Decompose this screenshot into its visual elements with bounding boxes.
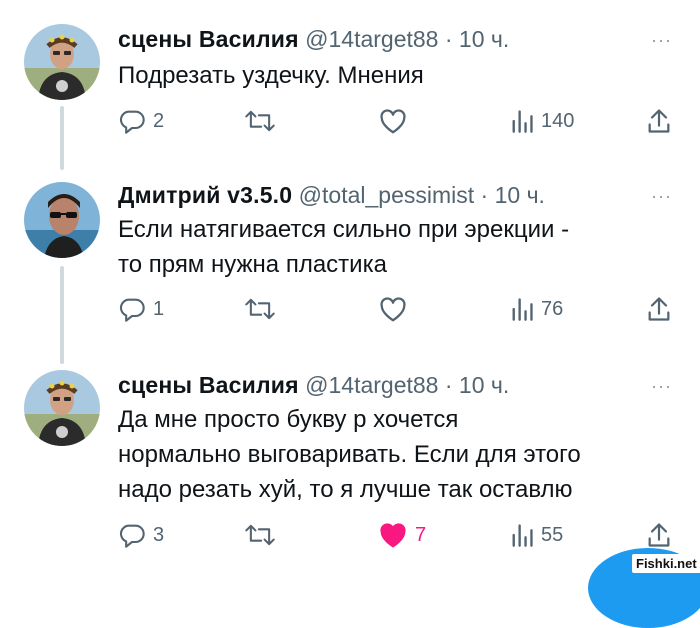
reply-count: 1 <box>153 297 165 320</box>
share-icon <box>648 109 670 133</box>
author-handle[interactable]: @total_pessimist <box>299 182 474 208</box>
timestamp[interactable]: 10 ч. <box>459 372 509 398</box>
retweet-icon <box>245 298 275 320</box>
reply-icon <box>119 524 145 548</box>
tweet-header: сцены Василия @14target88 · 10 ч. <box>118 24 509 54</box>
tweet-3[interactable]: сцены Василия @14target88 · 10 ч. ··· Да… <box>0 370 700 550</box>
reply-count: 3 <box>153 523 165 546</box>
tweet-text-line: Подрезать уздечку. Мнения <box>118 62 424 89</box>
like-icon <box>380 109 406 134</box>
retweet-button[interactable] <box>244 292 283 326</box>
tweet-1[interactable]: сцены Василия @14target88 · 10 ч. ··· По… <box>0 24 700 154</box>
reply-button[interactable]: 3 <box>118 518 164 552</box>
reply-button[interactable]: 2 <box>118 104 164 138</box>
author-name[interactable]: сцены Василия <box>118 26 299 52</box>
tweet-text-line: нормально выговаривать. Если для этого <box>118 441 581 468</box>
like-icon <box>380 297 406 322</box>
tweet-text-line: Если натягивается сильно при эрекции - <box>118 216 570 243</box>
retweet-icon <box>245 524 275 546</box>
avatar-vasily[interactable] <box>24 370 100 446</box>
like-button[interactable] <box>378 292 415 326</box>
tweet-text: Если натягивается сильно при эрекции - т… <box>118 212 569 282</box>
more-icon[interactable]: ··· <box>651 30 672 51</box>
tweet-header: сцены Василия @14target88 · 10 ч. <box>118 370 509 400</box>
like-icon <box>380 523 406 548</box>
timestamp[interactable]: 10 ч. <box>495 182 545 208</box>
tweet-text: Подрезать уздечку. Мнения <box>118 58 424 93</box>
retweet-button[interactable] <box>244 104 283 138</box>
views-count: 76 <box>541 297 564 320</box>
like-count: 7 <box>415 523 427 546</box>
views-button[interactable]: 55 <box>510 518 563 552</box>
reply-count: 2 <box>153 109 165 132</box>
author-handle[interactable]: @14target88 <box>305 26 438 52</box>
like-button[interactable] <box>378 104 415 138</box>
share-icon <box>648 297 670 321</box>
views-button[interactable]: 140 <box>510 104 574 138</box>
avatar-dmitry[interactable] <box>24 182 100 258</box>
share-button[interactable] <box>646 518 672 552</box>
reply-icon <box>119 110 145 134</box>
tweet-text-line: Да мне просто букву р хочется <box>118 406 459 433</box>
author-name[interactable]: сцены Василия <box>118 372 299 398</box>
reply-button[interactable]: 1 <box>118 292 164 326</box>
views-icon <box>512 524 533 547</box>
timestamp[interactable]: 10 ч. <box>459 26 509 52</box>
tweet-text-line: надо резать хуй, то я лучше так оставлю <box>118 476 573 503</box>
tweet-actions: 3 7 55 <box>0 518 700 552</box>
like-button[interactable]: 7 <box>378 518 426 552</box>
share-icon <box>648 523 670 547</box>
separator-dot: · <box>480 182 489 208</box>
share-button[interactable] <box>646 292 672 326</box>
views-icon <box>512 110 533 133</box>
tweet-2[interactable]: Дмитрий v3.5.0 @total_pessimist · 10 ч. … <box>0 180 700 340</box>
share-button[interactable] <box>646 104 672 138</box>
views-count: 140 <box>541 109 575 132</box>
separator-dot: · <box>444 26 453 52</box>
retweet-icon <box>245 110 275 132</box>
tweet-header: Дмитрий v3.5.0 @total_pessimist · 10 ч. <box>118 180 545 210</box>
views-button[interactable]: 76 <box>510 292 563 326</box>
tweet-actions: 2 140 <box>0 104 700 138</box>
retweet-button[interactable] <box>244 518 283 552</box>
more-icon[interactable]: ··· <box>651 376 672 397</box>
views-count: 55 <box>541 523 564 546</box>
separator-dot: · <box>444 372 453 398</box>
avatar-vasily[interactable] <box>24 24 100 100</box>
tweet-text-line: то прям нужна пластика <box>118 251 387 278</box>
author-handle[interactable]: @14target88 <box>305 372 438 398</box>
views-icon <box>512 298 533 321</box>
more-icon[interactable]: ··· <box>651 186 672 207</box>
tweet-actions: 1 76 <box>0 292 700 326</box>
author-name[interactable]: Дмитрий v3.5.0 <box>118 182 292 208</box>
watermark: Fishki.net <box>632 554 700 573</box>
reply-icon <box>119 298 145 322</box>
tweet-text: Да мне просто букву р хочется нормально … <box>118 402 581 507</box>
